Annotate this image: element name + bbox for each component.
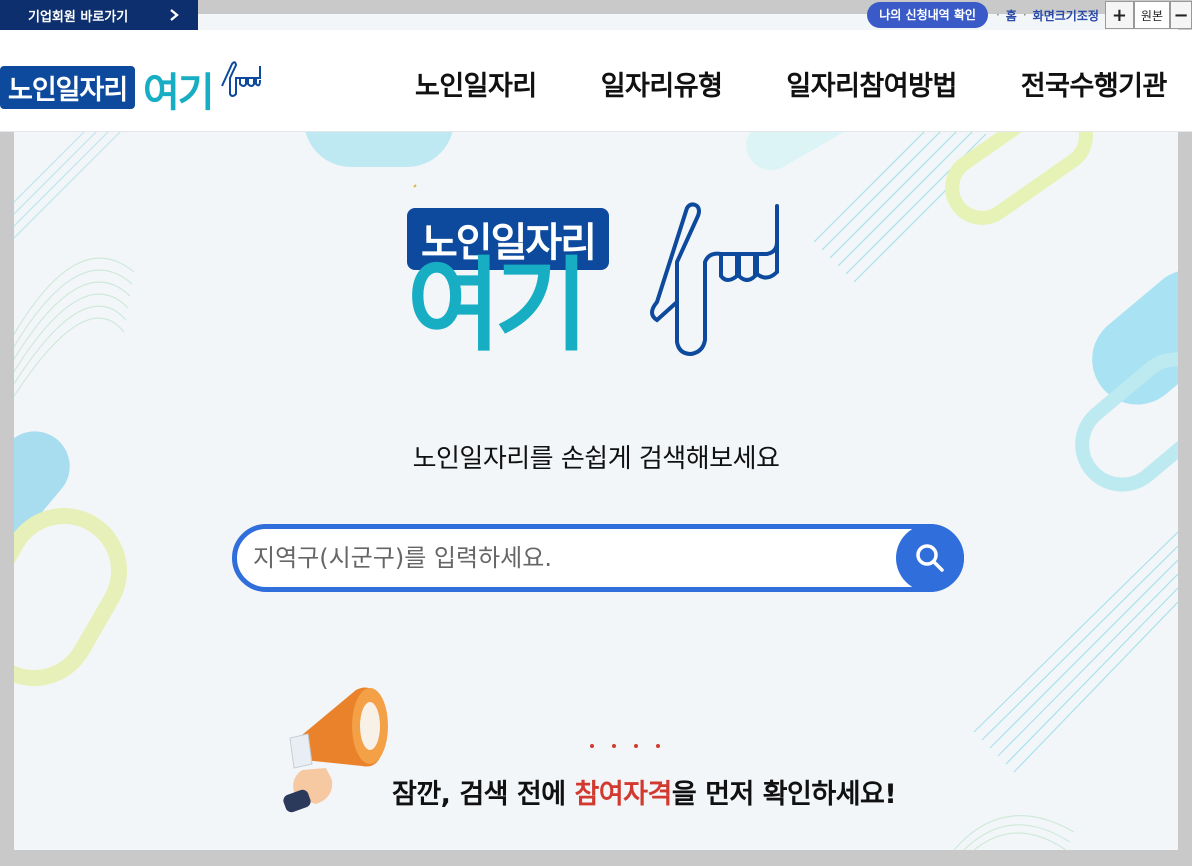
nav-item-how-to-join[interactable]: 일자리참여방법 bbox=[786, 64, 957, 103]
zoom-out-button[interactable]: − bbox=[1170, 1, 1192, 29]
search-input[interactable] bbox=[253, 539, 873, 577]
corporate-member-label: 기업회원 바로가기 bbox=[28, 9, 129, 25]
home-link[interactable]: 홈 bbox=[1006, 7, 1017, 24]
search-bar bbox=[232, 524, 964, 592]
megaphone-icon bbox=[283, 687, 388, 813]
separator: · bbox=[1022, 8, 1027, 22]
eligibility-link[interactable]: 참여자격 bbox=[575, 779, 673, 810]
utility-bar: 기업회원 바로가기 나의 신청내역 확인 · 홈 · 화면크기조정 + 원본 − bbox=[0, 0, 1192, 30]
nav-item-agencies[interactable]: 전국수행기관 bbox=[1021, 64, 1168, 103]
eligibility-notice: 잠깐, 검색 전에 참여자격을 먼저 확인하세요! bbox=[392, 772, 897, 811]
emphasis-dots bbox=[590, 744, 660, 748]
site-logo-word: 여기 bbox=[143, 70, 215, 116]
notice-text-after: 을 먼저 확인하세요! bbox=[671, 779, 897, 810]
hero-section: 노인일자리 여기 노인일자리를 손쉽게 검색해보세요 지역구(시군구)를 입력하… bbox=[14, 132, 1178, 850]
hero-logo: 노인일자리 여기 bbox=[407, 202, 807, 372]
separator: · bbox=[995, 8, 1000, 22]
pointing-hand-icon bbox=[650, 202, 779, 356]
bottom-edge bbox=[0, 850, 1192, 866]
site-logo-box: 노인일자리 bbox=[0, 66, 136, 109]
hero-headline: 노인일자리를 손쉽게 검색해보세요 bbox=[412, 444, 780, 474]
nav-item-senior-jobs[interactable]: 노인일자리 bbox=[415, 64, 537, 103]
chevron-right-icon bbox=[170, 9, 179, 21]
utility-links: 나의 신청내역 확인 · 홈 · 화면크기조정 + 원본 − bbox=[867, 0, 1192, 30]
hero-logo-word: 여기 bbox=[407, 247, 589, 366]
site-header: 노인일자리 여기 노인일자리 일자리유형 일자리참여방법 전국수행기관 bbox=[0, 30, 1192, 132]
main-nav: 노인일자리 일자리유형 일자리참여방법 전국수행기관 bbox=[415, 64, 1192, 103]
zoom-reset-button[interactable]: 원본 bbox=[1133, 1, 1170, 29]
page: 노인일자리 여기 노인일자리를 손쉽게 검색해보세요 지역구(시군구)를 입력하… bbox=[0, 0, 1192, 866]
corporate-member-link[interactable]: 기업회원 바로가기 bbox=[0, 0, 198, 30]
zoom-in-button[interactable]: + bbox=[1104, 1, 1134, 29]
nav-item-job-types[interactable]: 일자리유형 bbox=[601, 64, 723, 103]
screen-size-label: 화면크기조정 bbox=[1032, 8, 1099, 23]
site-logo[interactable]: 노인일자리 여기 bbox=[0, 60, 270, 140]
notice-text-before: 잠깐, 검색 전에 bbox=[392, 779, 575, 810]
search-button[interactable] bbox=[896, 524, 964, 592]
pointing-hand-icon bbox=[221, 61, 261, 97]
my-application-button[interactable]: 나의 신청내역 확인 bbox=[867, 2, 988, 28]
search-icon bbox=[916, 544, 944, 572]
